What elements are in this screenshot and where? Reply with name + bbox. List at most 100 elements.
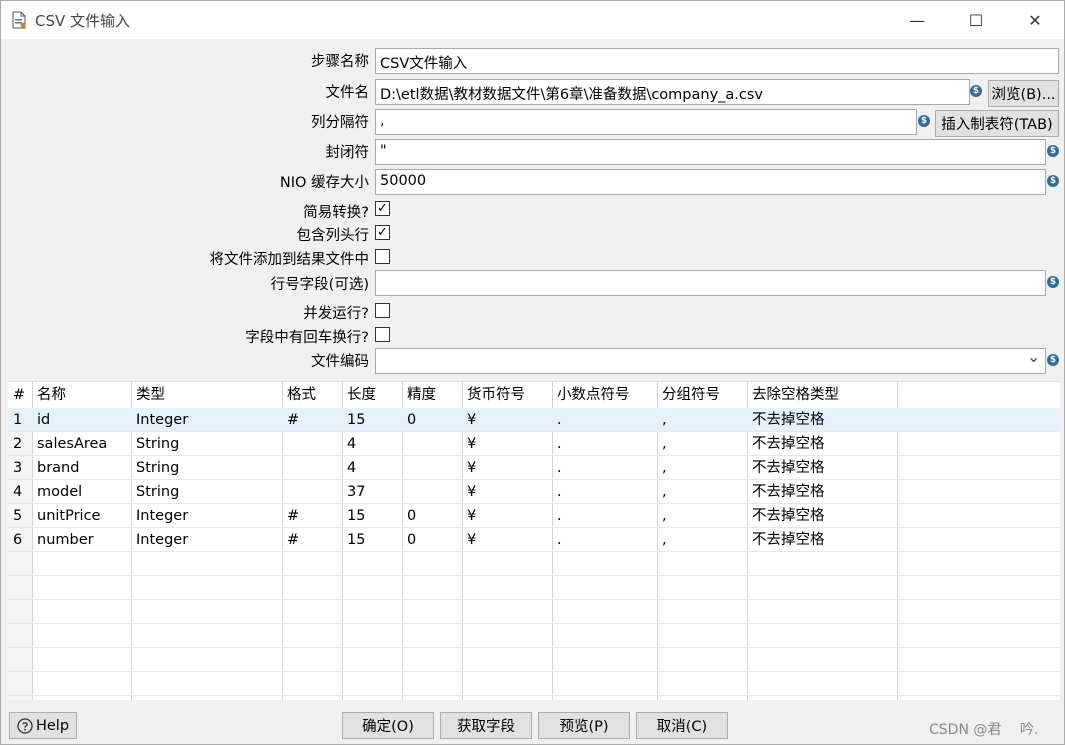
table-cell[interactable]: Integer: [136, 528, 188, 552]
column-header[interactable]: 货币符号: [467, 382, 525, 408]
maximize-button[interactable]: ☐: [953, 1, 999, 39]
parallel-checkbox[interactable]: [375, 303, 390, 318]
table-cell[interactable]: 3: [13, 456, 22, 480]
minimize-button[interactable]: —: [894, 1, 940, 39]
table-cell[interactable]: ,: [662, 432, 667, 456]
table-cell[interactable]: ,: [662, 408, 667, 432]
newline-in-fields-checkbox[interactable]: [375, 327, 390, 342]
column-header[interactable]: 去除空格类型: [752, 382, 839, 408]
empty-table-row[interactable]: [8, 648, 1060, 672]
table-cell[interactable]: ¥: [467, 408, 476, 432]
insert-tab-button[interactable]: 插入制表符(TAB): [935, 110, 1059, 137]
column-header[interactable]: 格式: [287, 382, 316, 408]
table-cell[interactable]: unitPrice: [37, 504, 100, 528]
table-cell[interactable]: Integer: [136, 408, 188, 432]
table-row[interactable]: 1 id Integer #15 0 ¥., 不去掉空格: [8, 408, 1060, 432]
table-cell[interactable]: 15: [347, 528, 365, 552]
table-cell[interactable]: brand: [37, 456, 79, 480]
browse-button[interactable]: 浏览(B)...: [988, 80, 1059, 107]
column-header[interactable]: 类型: [136, 382, 165, 408]
table-cell[interactable]: ,: [662, 480, 667, 504]
table-cell[interactable]: .: [557, 528, 562, 552]
file-name-input[interactable]: D:\etl数据\教材数据文件\第6章\准备数据\company_a.csv: [375, 79, 970, 105]
cancel-button[interactable]: 取消(C): [636, 712, 728, 739]
table-cell[interactable]: ,: [662, 504, 667, 528]
table-cell[interactable]: 不去掉空格: [752, 432, 825, 456]
table-row[interactable]: 3 brand String 4 ¥., 不去掉空格: [8, 456, 1060, 480]
empty-table-row[interactable]: [8, 576, 1060, 600]
table-cell[interactable]: 1: [13, 408, 22, 432]
table-cell[interactable]: number: [37, 528, 94, 552]
table-cell[interactable]: Integer: [136, 504, 188, 528]
table-cell[interactable]: .: [557, 480, 562, 504]
empty-table-row[interactable]: [8, 624, 1060, 648]
column-header[interactable]: 长度: [347, 382, 376, 408]
column-header[interactable]: 名称: [37, 382, 66, 408]
table-cell[interactable]: String: [136, 432, 179, 456]
lazy-conversion-checkbox[interactable]: ✓: [375, 201, 390, 216]
table-cell[interactable]: ,: [662, 456, 667, 480]
table-cell[interactable]: #: [287, 408, 299, 432]
table-row[interactable]: 2 salesArea String 4 ¥., 不去掉空格: [8, 432, 1060, 456]
chevron-down-icon[interactable]: ⌄: [1027, 347, 1040, 366]
table-cell[interactable]: .: [557, 456, 562, 480]
table-cell[interactable]: ¥: [467, 480, 476, 504]
encoding-select[interactable]: [375, 348, 1046, 374]
table-cell[interactable]: #: [287, 528, 299, 552]
table-cell[interactable]: 不去掉空格: [752, 528, 825, 552]
table-cell[interactable]: 不去掉空格: [752, 456, 825, 480]
empty-table-row[interactable]: [8, 672, 1060, 696]
table-cell[interactable]: String: [136, 456, 179, 480]
table-cell[interactable]: ¥: [467, 456, 476, 480]
table-cell[interactable]: 不去掉空格: [752, 504, 825, 528]
table-cell[interactable]: 6: [13, 528, 22, 552]
table-cell[interactable]: 15: [347, 408, 365, 432]
column-header[interactable]: 精度: [407, 382, 436, 408]
table-cell[interactable]: .: [557, 504, 562, 528]
table-cell[interactable]: 4: [13, 480, 22, 504]
get-fields-button[interactable]: 获取字段: [440, 712, 532, 739]
table-cell[interactable]: 4: [347, 456, 356, 480]
table-cell[interactable]: 0: [407, 408, 416, 432]
variable-icon: $: [1047, 276, 1059, 288]
help-button[interactable]: Help: [9, 712, 77, 739]
table-row[interactable]: 6 number Integer #15 0 ¥., 不去掉空格: [8, 528, 1060, 552]
table-cell[interactable]: model: [37, 480, 82, 504]
close-button[interactable]: ✕: [1012, 1, 1058, 39]
column-header[interactable]: #: [13, 382, 25, 408]
table-cell[interactable]: 2: [13, 432, 22, 456]
table-cell[interactable]: 15: [347, 504, 365, 528]
table-cell[interactable]: .: [557, 408, 562, 432]
table-cell[interactable]: ¥: [467, 504, 476, 528]
table-cell[interactable]: 0: [407, 504, 416, 528]
table-cell[interactable]: ¥: [467, 432, 476, 456]
table-cell[interactable]: 不去掉空格: [752, 480, 825, 504]
ok-button[interactable]: 确定(O): [342, 712, 434, 739]
empty-table-row[interactable]: [8, 600, 1060, 624]
table-cell[interactable]: 0: [407, 528, 416, 552]
table-cell[interactable]: id: [37, 408, 50, 432]
preview-button[interactable]: 预览(P): [538, 712, 630, 739]
nio-buffer-input[interactable]: 50000: [375, 169, 1046, 195]
header-row-checkbox[interactable]: ✓: [375, 225, 390, 240]
table-cell[interactable]: #: [287, 504, 299, 528]
table-cell[interactable]: 5: [13, 504, 22, 528]
table-cell[interactable]: 4: [347, 432, 356, 456]
delimiter-input[interactable]: ,: [375, 109, 917, 135]
table-cell[interactable]: String: [136, 480, 179, 504]
table-cell[interactable]: 不去掉空格: [752, 408, 825, 432]
table-cell[interactable]: 37: [347, 480, 365, 504]
table-cell[interactable]: ¥: [467, 528, 476, 552]
table-row[interactable]: 4 model String 37 ¥., 不去掉空格: [8, 480, 1060, 504]
column-header[interactable]: 分组符号: [662, 382, 720, 408]
table-cell[interactable]: .: [557, 432, 562, 456]
row-num-field-input[interactable]: [375, 270, 1046, 296]
table-cell[interactable]: ,: [662, 528, 667, 552]
empty-table-row[interactable]: [8, 552, 1060, 576]
add-to-result-checkbox[interactable]: [375, 249, 390, 264]
table-row[interactable]: 5 unitPrice Integer #15 0 ¥., 不去掉空格: [8, 504, 1060, 528]
column-header[interactable]: 小数点符号: [557, 382, 630, 408]
step-name-input[interactable]: CSV文件输入: [375, 48, 1059, 74]
enclosure-input[interactable]: ": [375, 139, 1046, 165]
table-cell[interactable]: salesArea: [37, 432, 107, 456]
